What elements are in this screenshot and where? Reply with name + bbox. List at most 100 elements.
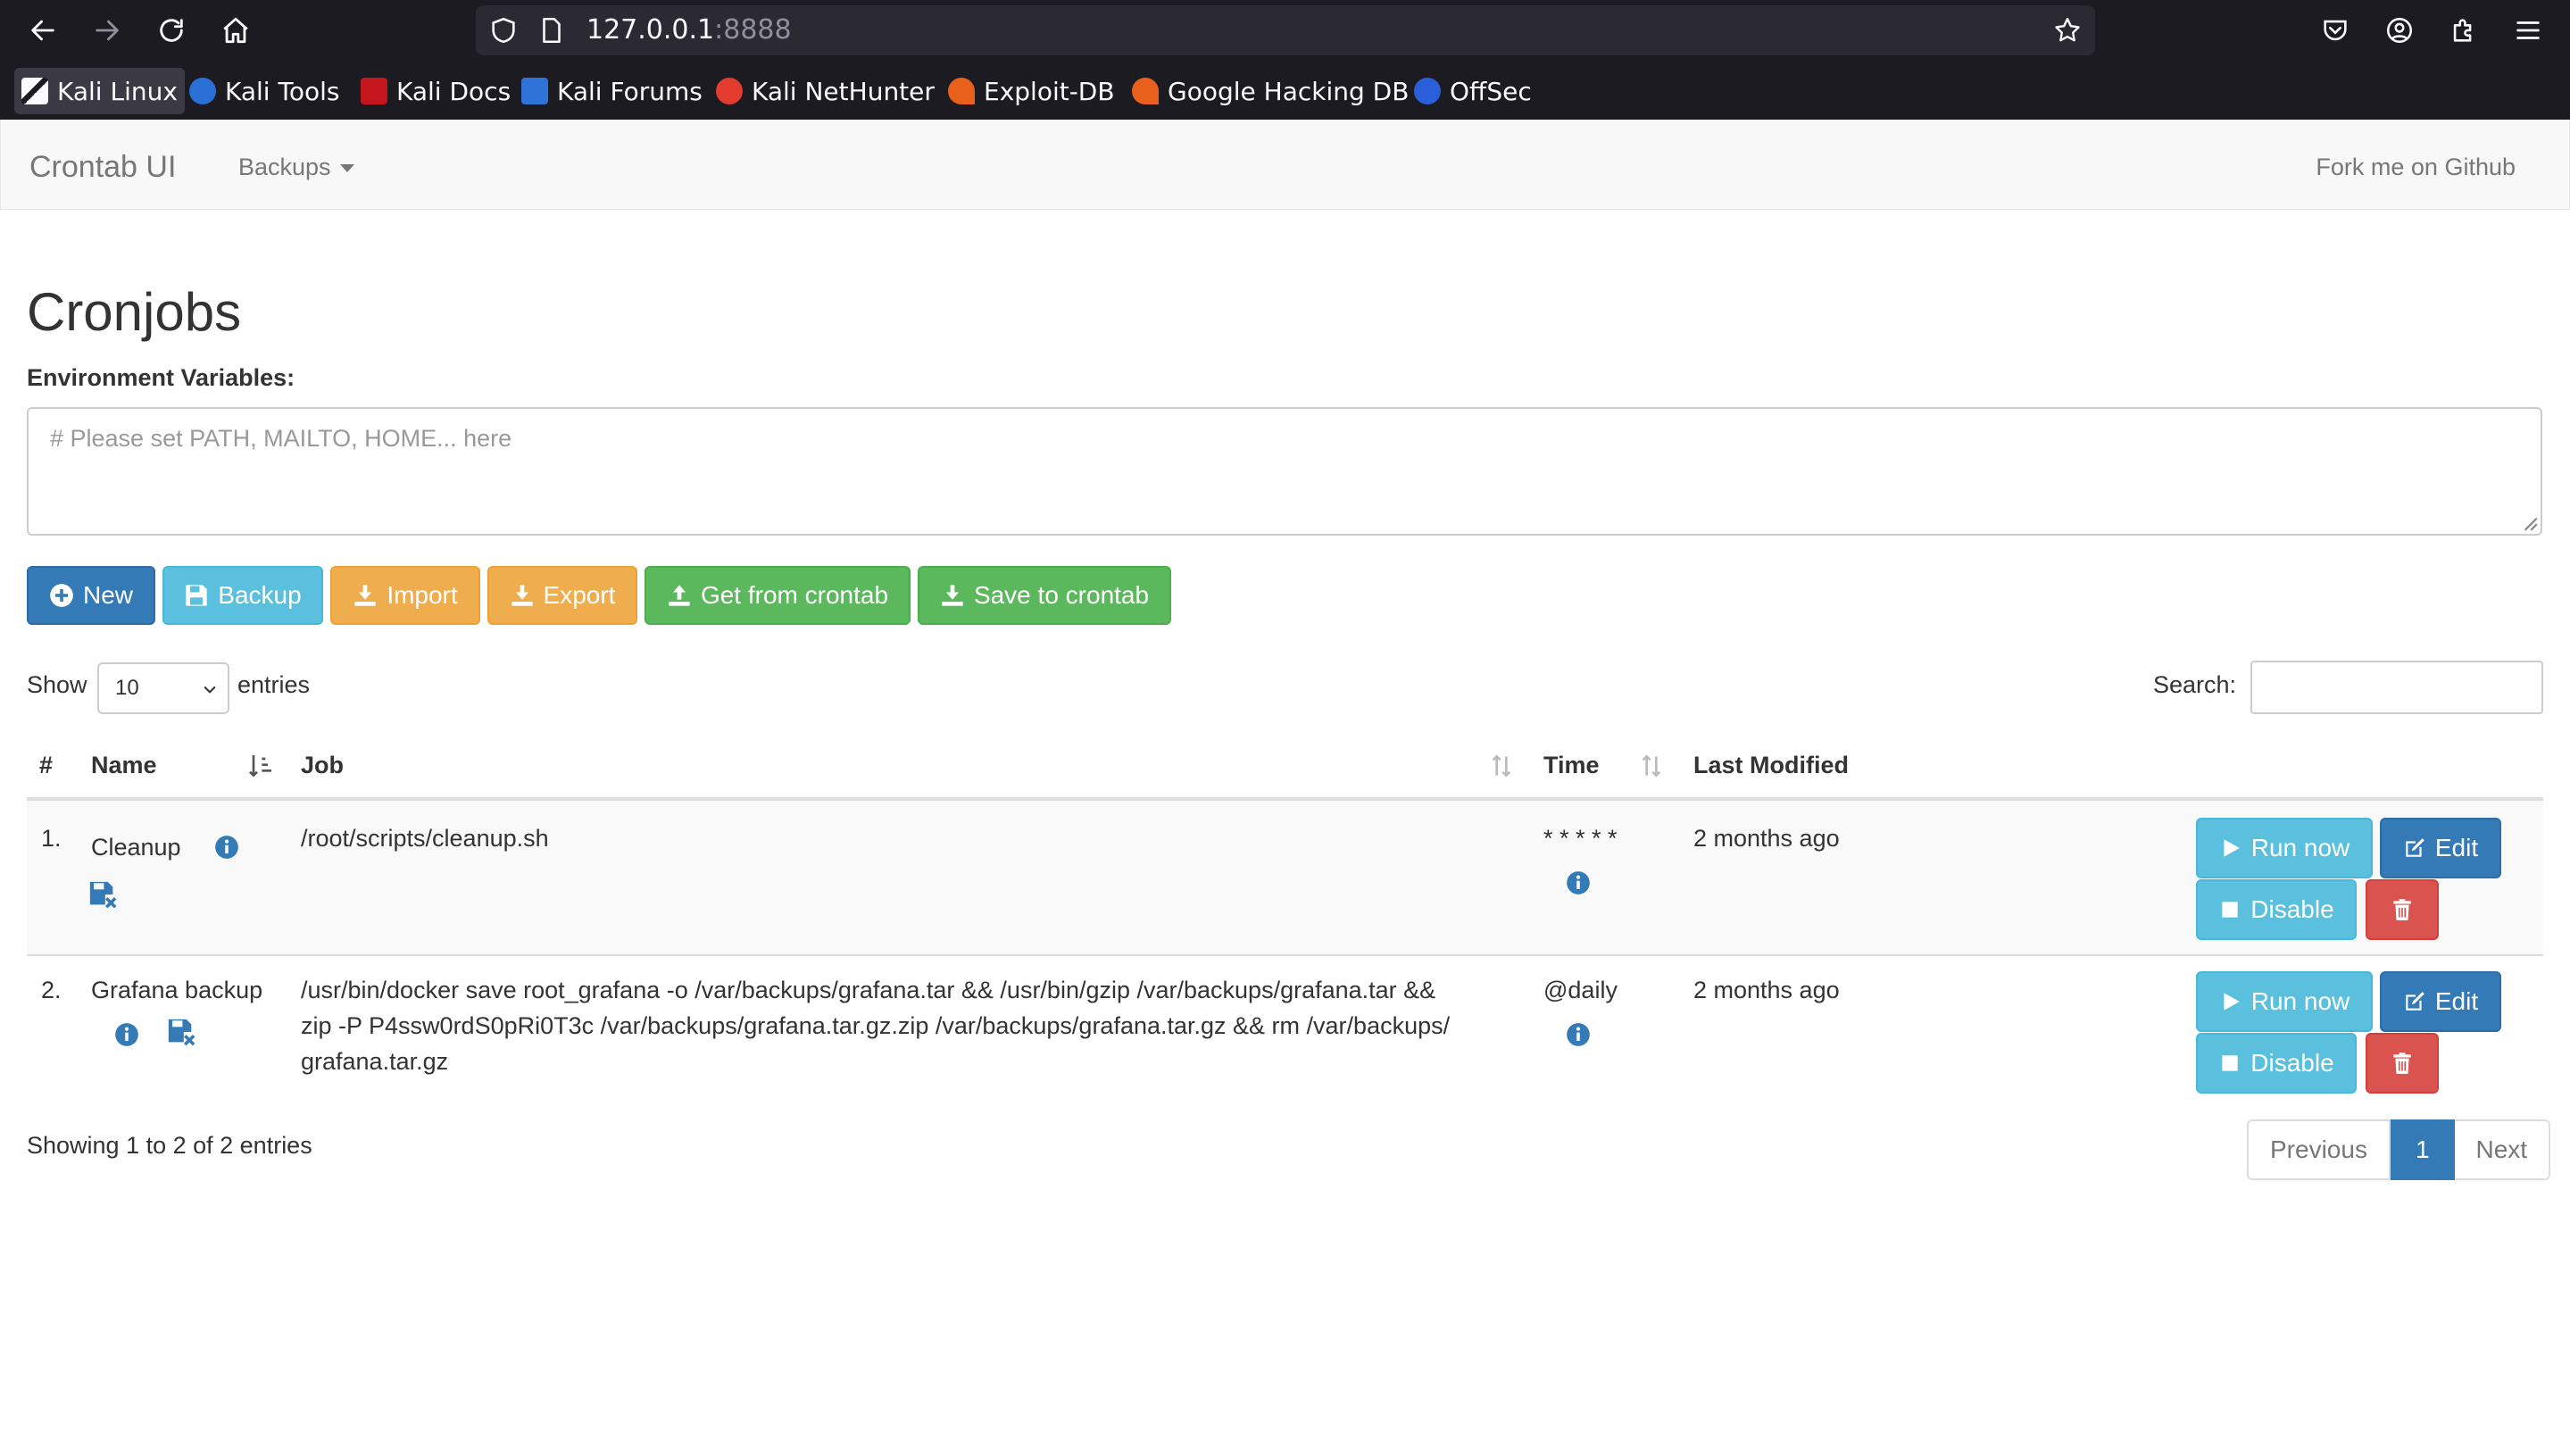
forward-button[interactable] [87, 11, 127, 50]
star-icon[interactable] [2052, 15, 2083, 46]
pocket-button[interactable] [2317, 12, 2353, 48]
edit-icon [2406, 838, 2424, 857]
bookmark-kali-tools[interactable]: Kali Tools [189, 68, 339, 114]
plus-circle-icon [50, 584, 73, 607]
account-button[interactable] [2382, 12, 2417, 48]
sort-ascending-icon[interactable] [246, 752, 275, 780]
extensions-button[interactable] [2446, 12, 2482, 48]
kali-tools-icon [189, 78, 216, 104]
last-modified: 2 months ago [1693, 825, 1840, 852]
backup-button[interactable]: Backup [162, 566, 323, 625]
previous-page-button[interactable]: Previous [2247, 1119, 2391, 1180]
home-button[interactable] [216, 11, 255, 50]
import-button[interactable]: Import [330, 566, 480, 625]
puzzle-icon [2453, 19, 2472, 42]
backups-dropdown[interactable]: Backups [238, 120, 354, 214]
reload-button[interactable] [152, 11, 191, 50]
job-command: /root/scripts/cleanup.sh [301, 825, 549, 852]
run-now-button[interactable]: Run now [2196, 818, 2373, 878]
sort-both-icon[interactable] [1637, 752, 1666, 780]
back-button[interactable] [23, 11, 62, 50]
reload-icon [160, 19, 183, 42]
account-icon [2386, 17, 2413, 44]
bookmark-kali-docs[interactable]: Kali Docs [361, 68, 511, 114]
show-label: Show [27, 671, 87, 698]
table-row: 2. Grafana backup /usr/bin/docker save r… [27, 956, 2543, 1110]
download-icon [942, 585, 963, 606]
entries-per-page-select[interactable]: 10 [97, 662, 229, 714]
column-header-last-modified[interactable]: Last Modified [1693, 752, 1849, 779]
url-text[interactable]: 127.0.0.1:8888 [586, 5, 792, 55]
search-input[interactable] [2250, 661, 2543, 714]
url-bar[interactable]: 127.0.0.1:8888 [476, 5, 2095, 55]
search-label: Search: [2153, 671, 2237, 698]
backup-disk-icon[interactable] [166, 1017, 196, 1047]
play-icon [2224, 993, 2240, 1011]
run-now-button[interactable]: Run now [2196, 971, 2373, 1032]
import-icon [354, 585, 376, 606]
column-header-time[interactable]: Time [1543, 752, 1600, 779]
env-vars-label: Environment Variables: [27, 364, 295, 391]
disable-button[interactable]: Disable [2196, 879, 2357, 940]
pagination: Previous 1 Next [2247, 1119, 2551, 1180]
column-header-index[interactable]: # [39, 752, 53, 779]
resize-grip-icon[interactable] [2519, 512, 2539, 532]
brand-link[interactable]: Crontab UI [29, 120, 176, 214]
job-command-line: zip -P P4ssw0rdS0pRi0T3c /var/backups/gr… [301, 1012, 1451, 1039]
arrow-left-icon [31, 20, 54, 41]
floppy-disk-icon [186, 585, 207, 606]
trash-icon [2393, 1052, 2411, 1074]
bookmark-offsec[interactable]: OffSec [1414, 68, 1532, 114]
new-button[interactable]: New [27, 566, 155, 625]
menu-button[interactable] [2510, 12, 2546, 48]
save-to-crontab-button[interactable]: Save to crontab [918, 566, 1171, 625]
next-page-button[interactable]: Next [2454, 1119, 2551, 1180]
edit-button[interactable]: Edit [2380, 818, 2501, 878]
delete-button[interactable] [2366, 1033, 2439, 1094]
info-icon[interactable] [214, 835, 239, 860]
bookmark-kali-nethunter[interactable]: Kali NetHunter [716, 68, 935, 114]
export-button[interactable]: Export [487, 566, 637, 625]
job-schedule: @daily [1543, 977, 1618, 1003]
fork-github-link[interactable]: Fork me on Github [2316, 120, 2516, 214]
info-icon[interactable] [1566, 1022, 1591, 1047]
job-command-line: grafana.tar.gz [301, 1048, 449, 1075]
exploit-db-icon [948, 78, 975, 104]
page-1-button[interactable]: 1 [2390, 1119, 2455, 1180]
page-icon[interactable] [536, 15, 567, 46]
shield-icon[interactable] [488, 15, 519, 46]
pocket-icon [2324, 20, 2347, 41]
bookmark-exploit-db[interactable]: Exploit-DB [948, 68, 1115, 114]
sort-both-icon[interactable] [1487, 752, 1516, 780]
last-modified: 2 months ago [1693, 977, 1840, 1003]
job-name: Grafana backup [91, 977, 263, 1003]
edit-button[interactable]: Edit [2380, 971, 2501, 1032]
info-icon[interactable] [1566, 870, 1591, 895]
column-header-job[interactable]: Job [301, 752, 344, 779]
entries-label: entries [237, 671, 311, 698]
stop-icon [2222, 902, 2238, 918]
column-header-name[interactable]: Name [91, 752, 157, 779]
delete-button[interactable] [2366, 879, 2439, 940]
home-icon [223, 17, 248, 44]
env-vars-textarea[interactable] [27, 407, 2542, 536]
kali-docs-icon [361, 78, 387, 104]
kali-dragon-icon [21, 78, 48, 104]
upload-icon [669, 585, 690, 606]
kali-forums-icon [521, 78, 548, 104]
bookmark-kali-linux[interactable]: Kali Linux [14, 68, 185, 114]
chevron-down-icon [204, 686, 216, 694]
bookmark-google-hacking-db[interactable]: Google Hacking DB [1132, 68, 1409, 114]
disable-button[interactable]: Disable [2196, 1033, 2357, 1094]
info-icon[interactable] [114, 1022, 139, 1047]
bookmark-kali-forums[interactable]: Kali Forums [521, 68, 703, 114]
job-name: Cleanup [91, 834, 181, 861]
get-from-crontab-button[interactable]: Get from crontab [645, 566, 911, 625]
job-schedule: * * * * * [1543, 825, 1618, 852]
offsec-icon [1414, 78, 1441, 104]
backup-disk-icon[interactable] [87, 879, 118, 910]
bookmarks-toolbar: Kali Linux Kali Tools Kali Docs Kali For… [0, 64, 2570, 120]
browser-chrome: 127.0.0.1:8888 Kali Linux Kali Tools Kal… [0, 0, 2570, 120]
kali-nethunter-icon [716, 78, 743, 104]
row-index: 2. [41, 977, 62, 1003]
